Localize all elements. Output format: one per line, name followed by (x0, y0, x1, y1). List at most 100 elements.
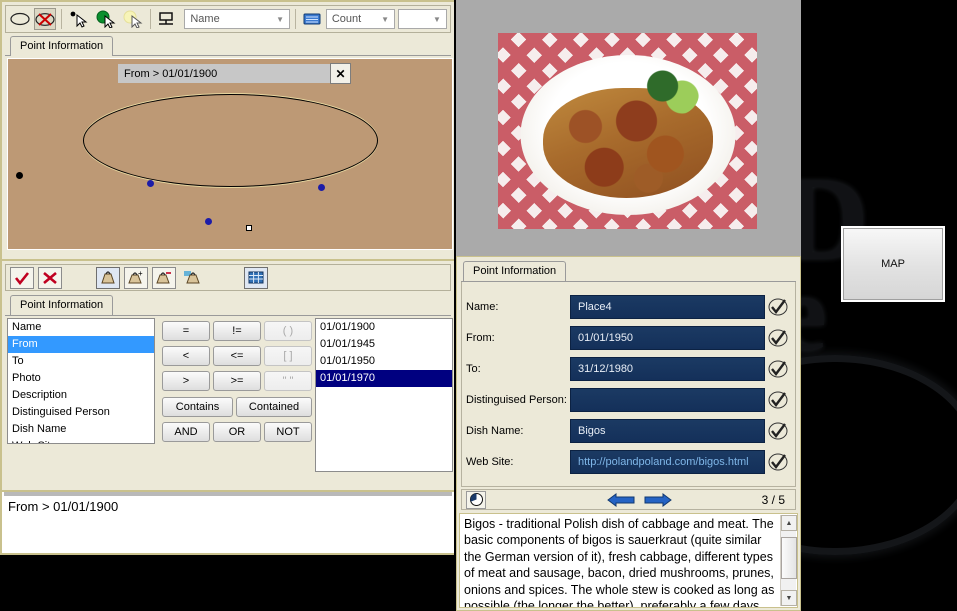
aggregate-combo[interactable]: Count ▼ (325, 9, 396, 29)
list-item[interactable]: 01/01/1970 (316, 370, 452, 387)
keypad-icon[interactable] (301, 8, 323, 30)
tab-point-information-info[interactable]: Point Information (463, 261, 567, 281)
check-mark-icon[interactable] (765, 391, 791, 409)
expression-titlebar (4, 492, 452, 496)
tab-point-information-query[interactable]: Point Information (10, 295, 114, 315)
field-label: Name: (466, 301, 499, 313)
expression-text[interactable]: From > 01/01/1900 (8, 499, 118, 514)
apply-query-button[interactable] (10, 266, 34, 289)
check-mark-icon[interactable] (765, 298, 791, 316)
list-item[interactable]: Name (8, 319, 154, 336)
field-row-from: From: 01/01/1950 (466, 325, 791, 351)
close-icon[interactable]: ✕ (330, 63, 351, 84)
scrollbar-thumb[interactable] (781, 537, 797, 579)
aggregate-combo-value: Count (331, 13, 362, 25)
photo-panel (456, 0, 801, 256)
scroll-down-icon[interactable]: ▼ (781, 590, 797, 606)
op-or-button[interactable]: OR (213, 422, 261, 442)
tab-point-information[interactable]: Point Information (10, 36, 114, 56)
op-less-button[interactable]: < (162, 346, 210, 366)
green-pick-icon[interactable] (94, 8, 118, 30)
list-item[interactable]: Dish Name (8, 421, 154, 438)
bag-remove-icon[interactable] (152, 266, 176, 289)
scroll-up-icon[interactable]: ▲ (781, 515, 797, 531)
toolbar-separator-3 (295, 9, 296, 29)
distinguised-person-field[interactable] (570, 388, 765, 412)
field-row-to: To: 31/12/1980 (466, 356, 791, 382)
map-toolbar: Name ▼ Count ▼ ▼ (5, 5, 451, 33)
op-contained-button[interactable]: Contained (236, 397, 312, 417)
op-not-equals-button[interactable]: != (213, 321, 261, 341)
clear-selection-icon[interactable] (34, 8, 56, 30)
op-not-button[interactable]: NOT (264, 422, 312, 442)
list-item[interactable]: Distinguised Person (8, 404, 154, 421)
dish-name-field[interactable]: Bigos (570, 419, 765, 443)
yellow-pick-icon[interactable] (121, 8, 145, 30)
op-parentheses-button: ( ) (264, 321, 312, 341)
selection-ellipse[interactable] (83, 94, 378, 187)
bag-icon[interactable] (96, 266, 120, 289)
empty-combo[interactable]: ▼ (398, 9, 447, 29)
query-area: Name From To Photo Description Distingui… (7, 318, 453, 485)
check-mark-icon[interactable] (765, 360, 791, 378)
map-point-selected[interactable] (246, 225, 252, 231)
arrow-right-icon[interactable] (642, 491, 674, 508)
list-item[interactable]: Photo (8, 370, 154, 387)
pie-chart-icon[interactable] (466, 490, 486, 509)
op-contains-button[interactable]: Contains (162, 397, 233, 417)
query-chip: From > 01/01/1900 (118, 64, 348, 83)
query-tabstrip: Point Information (5, 295, 451, 316)
bag-add-icon[interactable]: + (124, 266, 148, 289)
value-listbox[interactable]: 01/01/1900 01/01/1945 01/01/1950 01/01/1… (315, 318, 453, 472)
op-less-equal-button[interactable]: <= (213, 346, 261, 366)
field-row-name: Name: Place4 (466, 294, 791, 320)
bag-clear-icon[interactable] (180, 267, 204, 289)
attribute-combo[interactable]: Name ▼ (184, 9, 291, 29)
list-item[interactable]: Web Site (8, 438, 154, 443)
description-box[interactable]: Bigos - traditional Polish dish of cabba… (459, 513, 798, 608)
cancel-query-button[interactable] (38, 266, 62, 289)
toolbar-separator-2 (149, 9, 151, 29)
field-row-distinguised-person: Distinguised Person: (466, 387, 791, 413)
field-label: From: (466, 332, 495, 344)
description-scrollbar[interactable]: ▲ ▼ (780, 515, 797, 606)
map-point-2[interactable] (318, 184, 325, 191)
check-mark-icon[interactable] (765, 453, 791, 471)
map-point-3[interactable] (205, 218, 212, 225)
info-tabstrip: Point Information (461, 261, 796, 282)
web-site-field[interactable]: http://polandpoland.com/bigos.html (570, 450, 765, 474)
map-canvas[interactable]: From > 01/01/1900 ✕ (7, 58, 453, 250)
list-item[interactable]: 01/01/1945 (316, 336, 452, 353)
map-panel: Name ▼ Count ▼ ▼ Point Information From … (0, 0, 456, 261)
map-button[interactable]: MAP (841, 226, 945, 302)
field-listbox[interactable]: Name From To Photo Description Distingui… (7, 318, 155, 444)
op-greater-button[interactable]: > (162, 371, 210, 391)
bigos-dish-photo (498, 33, 757, 229)
list-item[interactable]: 01/01/1950 (316, 353, 452, 370)
point-pick-icon[interactable] (67, 8, 91, 30)
map-tabstrip: Point Information (5, 36, 451, 56)
page-counter: 3 / 5 (761, 492, 785, 507)
to-field[interactable]: 31/12/1980 (570, 357, 765, 381)
op-greater-equal-button[interactable]: >= (213, 371, 261, 391)
list-item[interactable]: From (8, 336, 154, 353)
map-point-1[interactable] (147, 180, 154, 187)
map-point-outside[interactable] (16, 172, 23, 179)
field-row-web-site: Web Site: http://polandpoland.com/bigos.… (466, 449, 791, 475)
field-label: Web Site: (466, 456, 514, 468)
arrow-left-icon[interactable] (605, 491, 637, 508)
chevron-down-icon: ▼ (381, 14, 389, 24)
projector-icon[interactable] (155, 8, 177, 30)
list-item[interactable]: 01/01/1900 (316, 319, 452, 336)
info-panel: Point Information Name: Place4 From: 01/… (456, 256, 801, 611)
list-item[interactable]: To (8, 353, 154, 370)
op-equals-button[interactable]: = (162, 321, 210, 341)
from-field[interactable]: 01/01/1950 (570, 326, 765, 350)
list-item[interactable]: Description (8, 387, 154, 404)
ellipse-select-icon[interactable] (9, 8, 31, 30)
check-mark-icon[interactable] (765, 329, 791, 347)
check-mark-icon[interactable] (765, 422, 791, 440)
table-icon[interactable] (244, 266, 268, 289)
name-field[interactable]: Place4 (570, 295, 765, 319)
op-and-button[interactable]: AND (162, 422, 210, 442)
